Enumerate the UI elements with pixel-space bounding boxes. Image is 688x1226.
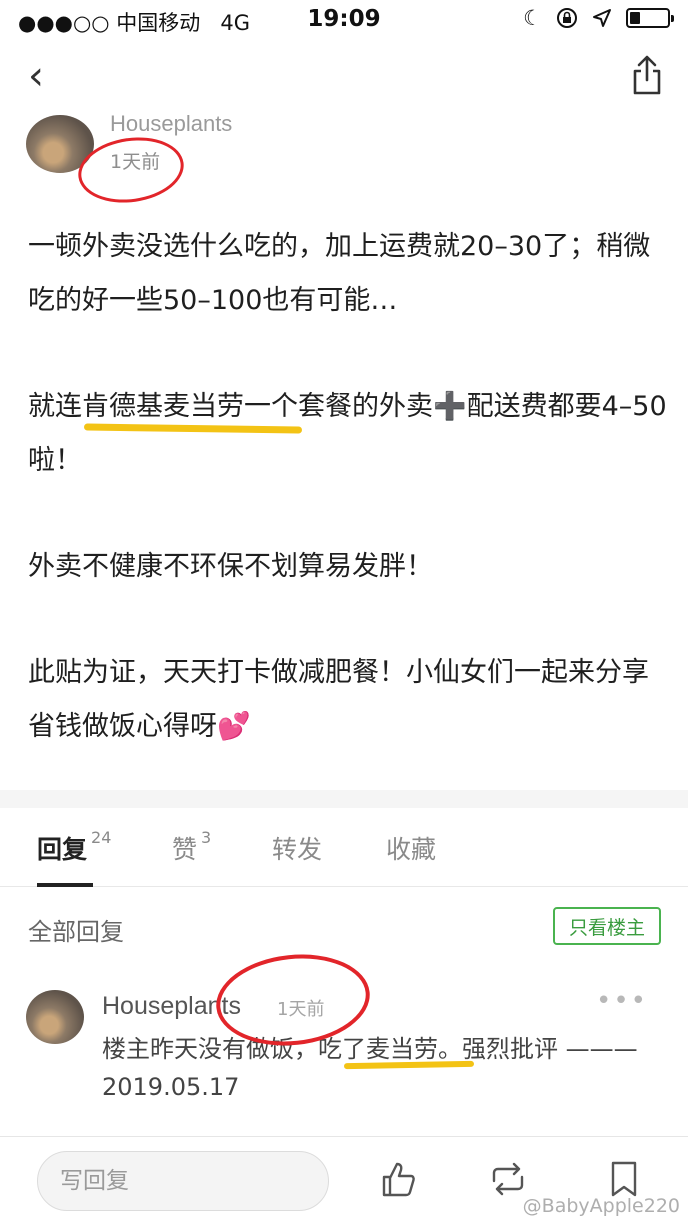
section-divider: [0, 790, 688, 808]
bookmark-icon[interactable]: [604, 1159, 644, 1199]
back-arrow-icon[interactable]: ‹: [28, 56, 44, 96]
avatar[interactable]: [26, 990, 84, 1044]
location-arrow-icon: [593, 9, 611, 27]
tab-count: 24: [91, 828, 112, 847]
tab-count: 3: [201, 828, 212, 847]
tab-favorite[interactable]: 收藏: [386, 830, 436, 866]
tab-label: 回复: [37, 835, 88, 864]
status-right: ☾: [523, 6, 674, 30]
tab-replies[interactable]: 回复 24: [37, 828, 112, 866]
tab-label: 赞: [172, 835, 198, 864]
rotation-lock-icon: [557, 8, 577, 28]
repost-icon[interactable]: [488, 1159, 528, 1199]
post-paragraph: 就连肯德基麦当劳一个套餐的外卖➕配送费都要4–50啦！: [28, 391, 667, 476]
tab-bar: 回复 24 赞3 转发 收藏: [0, 808, 688, 887]
tab-label: 转发: [272, 835, 323, 864]
post-paragraph: 一顿外卖没选什么吃的，加上运费就20–30了；稍微吃的好一些50–100也有可能…: [28, 231, 651, 316]
battery-icon: [626, 8, 674, 28]
watermark: @BabyApple220: [522, 1195, 680, 1217]
nav-bar: ‹: [0, 44, 688, 114]
active-tab-indicator: [37, 883, 93, 887]
post-paragraph: 此贴为证，天天打卡做减肥餐！小仙女们一起来分享省钱做饭心得呀💕: [28, 657, 649, 742]
reply-input[interactable]: 写回复: [37, 1151, 329, 1211]
like-icon[interactable]: [378, 1159, 418, 1199]
author-name[interactable]: Houseplants: [110, 111, 232, 137]
status-bar: ●●●○○ 中国移动 4G 19:09 ☾: [0, 0, 688, 40]
owner-only-button[interactable]: 只看楼主: [553, 907, 661, 945]
tab-likes[interactable]: 赞3: [172, 828, 212, 866]
post-body: 一顿外卖没选什么吃的，加上运费就20–30了；稍微吃的好一些50–100也有可能…: [28, 220, 668, 754]
tab-forward[interactable]: 转发: [272, 830, 322, 866]
moon-icon: ☾: [523, 6, 542, 30]
post-paragraph: 外卖不健康不环保不划算易发胖！: [28, 551, 433, 582]
share-icon[interactable]: [630, 54, 664, 96]
more-options-icon[interactable]: •••: [596, 986, 648, 1016]
all-replies-heading: 全部回复: [28, 918, 124, 946]
tab-label: 收藏: [386, 835, 437, 864]
